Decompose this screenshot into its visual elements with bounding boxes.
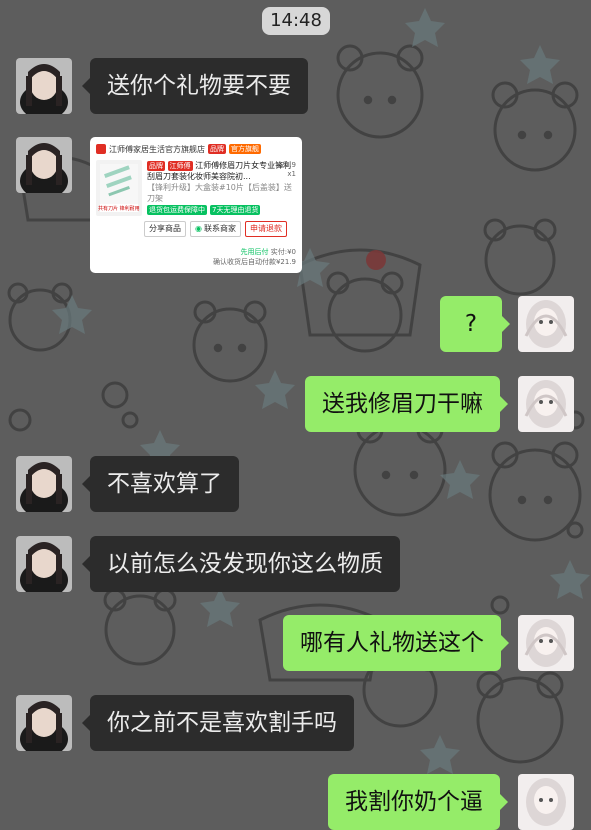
shop-icon	[96, 144, 106, 154]
bear-doodle-icon	[336, 44, 424, 139]
message-bubble[interactable]: 送我修眉刀干嘛	[305, 376, 508, 432]
bear-doodle-icon	[103, 588, 177, 666]
star-doodle-icon	[520, 45, 560, 84]
message-timestamp: 14:48	[262, 7, 330, 35]
contact-avatar[interactable]	[16, 695, 72, 751]
product-thumbnail[interactable]: 共有刀片 锋利耐用	[96, 160, 142, 216]
bear-doodle-icon	[488, 441, 582, 542]
paid-value: ¥0	[287, 248, 296, 256]
chat-icon: ◉	[195, 224, 202, 233]
product-card[interactable]: 江师傅家居生活官方旗舰店 品牌 官方旗舰 共有刀片 锋利耐用 品牌 江师傅 江师…	[90, 137, 302, 273]
message-bubble[interactable]: 以前怎么没发现你这么物质	[82, 536, 400, 592]
my-avatar[interactable]	[518, 774, 574, 830]
product-title-row: 品牌 江师傅 江师傅修眉刀片女专业锋利刮眉刀套装化妆师美容院初...	[147, 160, 296, 182]
bear-doodle-icon	[476, 671, 564, 764]
bear-doodle-icon	[353, 416, 447, 517]
message-bubble[interactable]: 你之前不是喜欢割手吗	[82, 695, 354, 751]
shipping-guarantee-tag: 退货包运费保障中	[147, 205, 207, 215]
shop-name: 江师傅家居生活官方旗舰店	[109, 144, 205, 154]
message-bubble[interactable]: ?	[440, 296, 510, 352]
contact-avatar[interactable]	[16, 456, 72, 512]
official-store-tag: 官方旗舰	[229, 144, 261, 154]
product-price: ¥21.9	[275, 161, 296, 169]
product-name-tag: 江师傅	[167, 161, 193, 171]
product-spec: 【锋利升级】大盒装#10片【后盖装】送刀架	[147, 183, 292, 203]
bear-doodle-icon	[192, 300, 268, 383]
star-doodle-icon	[420, 735, 460, 774]
payment-summary: 先用后付 实付:¥0 确认收货后自动付款¥21.9	[213, 247, 296, 267]
contact-avatar[interactable]	[16, 137, 72, 193]
star-doodle-icon	[255, 370, 295, 409]
my-avatar[interactable]	[518, 296, 574, 352]
auto-pay-note: 确认收货后自动付款¥21.9	[212, 258, 296, 266]
contact-avatar[interactable]	[16, 536, 72, 592]
star-doodle-icon	[405, 8, 445, 47]
message-bubble[interactable]: 不喜欢算了	[82, 456, 239, 512]
bear-doodle-icon	[491, 81, 579, 172]
star-doodle-icon	[550, 560, 590, 599]
return-policy-tag: 7天无理由退货	[210, 205, 261, 215]
star-doodle-icon	[200, 588, 240, 627]
paid-label: 实付:	[270, 248, 288, 256]
message-bubble[interactable]: 送你个礼物要不要	[82, 58, 308, 114]
bear-doodle-icon	[326, 271, 404, 353]
brand-tag: 品牌	[208, 144, 226, 154]
message-bubble[interactable]: 我割你奶个逼	[328, 774, 508, 830]
thumbnail-caption: 共有刀片 锋利耐用	[98, 206, 140, 212]
request-refund-button[interactable]: 申请退款	[244, 221, 287, 237]
contact-seller-label: 联系商家	[203, 224, 236, 233]
bear-doodle-icon	[483, 218, 557, 296]
contact-seller-button[interactable]: ◉ 联系商家	[190, 221, 241, 237]
pay-later-note: 先用后付	[240, 248, 269, 256]
share-product-button[interactable]: 分享商品	[144, 221, 186, 237]
message-bubble[interactable]: 哪有人礼物送这个	[283, 615, 509, 671]
contact-avatar[interactable]	[16, 58, 72, 114]
my-avatar[interactable]	[518, 376, 574, 432]
my-avatar[interactable]	[518, 615, 574, 671]
card-shop-row: 江师傅家居生活官方旗舰店 品牌 官方旗舰	[96, 142, 296, 156]
price-block: ¥21.9 x1	[276, 161, 296, 179]
product-brand-tag: 品牌	[147, 161, 165, 171]
product-quantity: x1	[287, 170, 296, 178]
